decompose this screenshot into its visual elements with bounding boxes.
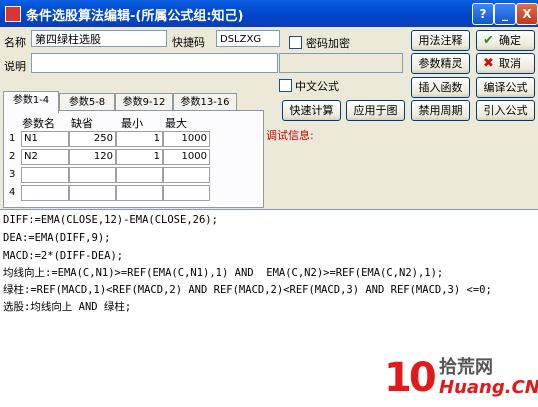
param-max-cell[interactable]: 1000 <box>163 149 210 165</box>
debug-label: 调试信息: <box>266 129 314 142</box>
row-number: 1 <box>9 133 16 144</box>
row-number: 3 <box>9 169 16 180</box>
usage-notes-button[interactable]: 用法注释 <box>411 30 470 51</box>
chinese-formula-label: 中文公式 <box>295 80 339 93</box>
watermark-site-name: 拾荒网 <box>439 357 493 378</box>
param-default-cell[interactable] <box>69 185 116 201</box>
desc-input[interactable] <box>31 53 278 73</box>
insert-func-button[interactable]: 插入函数 <box>411 77 470 98</box>
header-param-name: 参数名 <box>22 117 55 130</box>
param-max-cell[interactable] <box>163 185 210 201</box>
password-label: 密码加密 <box>306 37 350 50</box>
quick-calc-button[interactable]: 快速计算 <box>282 100 341 121</box>
watermark-domain: Huang.CN <box>439 377 538 398</box>
desc-label: 说明 <box>4 60 26 73</box>
cancel-button[interactable]: ✖ 取消 <box>476 53 535 74</box>
code-line-6: 选股:均线向上 AND 绿柱; <box>3 301 132 313</box>
param-min-cell[interactable] <box>116 167 163 183</box>
desc-input-extra[interactable] <box>279 53 403 73</box>
password-checkbox[interactable] <box>289 36 302 49</box>
header-min: 最小 <box>121 117 143 130</box>
param-min-cell[interactable] <box>116 185 163 201</box>
param-max-cell[interactable] <box>163 167 210 183</box>
check-icon: ✔ <box>483 33 494 48</box>
row-number: 4 <box>9 187 16 198</box>
header-max: 最大 <box>165 117 187 130</box>
name-input[interactable]: 第四绿柱选股 <box>31 30 167 47</box>
cancel-label: 取消 <box>499 57 521 70</box>
import-formula-button[interactable]: 引入公式 <box>476 100 535 121</box>
minimize-button[interactable]: _ <box>494 3 516 25</box>
params-panel: 参数名 缺省 最小 最大 1 N1 250 1 1000 2 N2 120 1 … <box>3 110 264 208</box>
param-default-cell[interactable] <box>69 167 116 183</box>
tab-params-1-4[interactable]: 参数1-4 <box>3 91 59 113</box>
header-default: 缺省 <box>71 117 93 130</box>
code-line-5: 绿柱:=REF(MACD,1)<REF(MACD,2) AND REF(MACD… <box>3 284 492 296</box>
watermark-number: 10 <box>384 355 437 401</box>
param-max-cell[interactable]: 1000 <box>163 131 210 147</box>
name-label: 名称 <box>4 36 26 49</box>
chinese-formula-checkbox[interactable] <box>279 79 292 92</box>
code-line-1: DIFF:=EMA(CLOSE,12)-EMA(CLOSE,26); <box>3 214 218 226</box>
apply-chart-button[interactable]: 应用于图 <box>346 100 405 121</box>
cross-icon: ✖ <box>483 56 494 71</box>
param-name-cell[interactable] <box>21 185 69 201</box>
help-button[interactable]: ? <box>472 3 494 25</box>
ok-label: 确定 <box>499 34 521 47</box>
param-name-cell[interactable]: N1 <box>21 131 69 147</box>
param-min-cell[interactable]: 1 <box>116 131 163 147</box>
compile-button[interactable]: 编译公式 <box>476 77 535 98</box>
param-name-cell[interactable] <box>21 167 69 183</box>
param-wizard-button[interactable]: 参数精灵 <box>411 53 470 74</box>
row-number: 2 <box>9 151 16 162</box>
param-default-cell[interactable]: 120 <box>69 149 116 165</box>
param-name-cell[interactable]: N2 <box>21 149 69 165</box>
watermark-logo: 10 拾荒网 Huang.CN <box>384 351 538 401</box>
window-title: 条件选股算法编辑-(所属公式组:知己) <box>26 9 244 24</box>
code-line-3: MACD:=2*(DIFF-DEA); <box>3 250 124 262</box>
param-min-cell[interactable]: 1 <box>116 149 163 165</box>
close-button[interactable]: X <box>516 3 538 25</box>
app-icon <box>5 6 21 22</box>
code-line-4: 均线向上:=EMA(C,N1)>=REF(EMA(C,N1),1) AND EM… <box>3 267 444 279</box>
shortcut-input[interactable]: DSLZXG <box>216 30 280 47</box>
title-bar: 条件选股算法编辑-(所属公式组:知己) ? _ X <box>0 0 538 27</box>
formula-editor[interactable]: DIFF:=EMA(CLOSE,12)-EMA(CLOSE,26); DEA:=… <box>0 209 538 407</box>
code-line-2: DEA:=EMA(DIFF,9); <box>3 232 111 244</box>
param-default-cell[interactable]: 250 <box>69 131 116 147</box>
shortcut-label: 快捷码 <box>172 36 205 49</box>
disable-period-button[interactable]: 禁用周期 <box>411 100 470 121</box>
ok-button[interactable]: ✔ 确定 <box>476 30 535 51</box>
